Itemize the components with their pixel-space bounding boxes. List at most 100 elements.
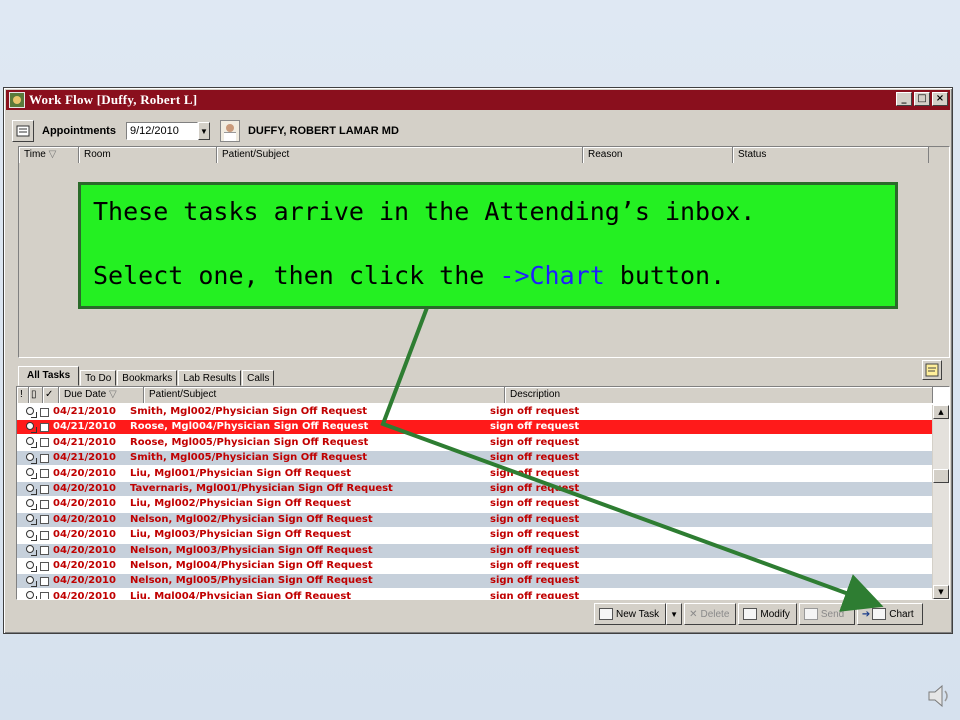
sticky-note-icon <box>925 363 939 377</box>
task-type-icon <box>25 560 38 572</box>
task-type-icon <box>25 498 38 510</box>
task-checkbox[interactable] <box>40 438 49 448</box>
modify-icon <box>743 608 758 620</box>
instruction-callout: These tasks arrive in the Attending’s in… <box>78 182 898 309</box>
minimize-button[interactable]: _ <box>896 92 912 106</box>
task-due-date: 04/20/2010 <box>53 513 116 525</box>
new-task-dropdown[interactable]: ▼ <box>666 603 683 625</box>
task-row[interactable]: 04/21/2010 Roose, Mgl004/Physician Sign O… <box>17 420 933 436</box>
date-dropdown-button[interactable]: ▼ <box>197 122 210 140</box>
task-description: sign off request <box>490 421 580 433</box>
window-title: Work Flow [Duffy, Robert L] <box>29 92 198 107</box>
chart-button[interactable]: ➔ Chart <box>856 603 923 625</box>
task-action-bar: New Task ▼ ✕ Delete Modify Send ➔ Chart <box>594 602 923 626</box>
col-task-subject[interactable]: Patient/Subject <box>144 387 505 403</box>
col-done[interactable]: ✓ <box>43 387 59 403</box>
appointments-toolbar: Appointments 9/12/2010 ▼ DUFFY, ROBERT L… <box>12 118 944 144</box>
task-row[interactable]: 04/21/2010 Roose, Mgl005/Physician Sign O… <box>17 436 933 451</box>
task-description: sign off request <box>490 452 580 464</box>
task-row[interactable]: 04/21/2010 Smith, Mgl005/Physician Sign O… <box>17 451 933 467</box>
task-type-icon <box>25 514 38 526</box>
task-description: sign off request <box>490 560 580 571</box>
task-type-icon <box>25 575 38 587</box>
task-subject: Roose, Mgl005/Physician Sign Off Request <box>130 436 369 448</box>
notepad-icon <box>16 125 30 137</box>
task-subject: Roose, Mgl004/Physician Sign Off Request <box>130 421 369 433</box>
sticky-note-button[interactable] <box>922 360 942 380</box>
tab-all-tasks[interactable]: All Tasks <box>18 366 80 386</box>
appointment-book-button[interactable] <box>12 120 34 142</box>
task-row[interactable]: 04/20/2010 Nelson, Mgl002/Physician Sign … <box>17 512 933 528</box>
work-flow-window: Work Flow [Duffy, Robert L] _ □ × Appoin… <box>3 87 953 634</box>
col-patient-subject[interactable]: Patient/Subject <box>217 147 583 163</box>
task-checkbox[interactable] <box>40 592 49 599</box>
task-checkbox[interactable] <box>40 561 49 571</box>
task-due-date: 04/20/2010 <box>53 529 116 541</box>
task-checkbox[interactable] <box>40 422 49 432</box>
task-row[interactable]: 04/20/2010 Nelson, Mgl003/Physician Sign … <box>17 543 933 559</box>
task-checkbox[interactable] <box>40 453 49 463</box>
task-row[interactable]: 04/20/2010 Liu, Mgl004/Physician Sign Off… <box>17 590 933 600</box>
task-row[interactable]: 04/20/2010 Liu, Mgl003/Physician Sign Off… <box>17 528 933 544</box>
col-type[interactable]: ▯ <box>29 387 43 403</box>
new-task-button[interactable]: New Task <box>594 603 667 625</box>
task-checkbox[interactable] <box>40 499 49 509</box>
task-description: sign off request <box>490 498 580 510</box>
task-type-icon <box>25 483 38 495</box>
task-due-date: 04/21/2010 <box>53 452 116 464</box>
task-due-date: 04/20/2010 <box>53 498 116 510</box>
col-due-date[interactable]: Due Date ▽ <box>59 387 144 403</box>
task-row[interactable]: 04/20/2010 Nelson, Mgl004/Physician Sign … <box>17 559 933 574</box>
send-button[interactable]: Send <box>798 603 855 625</box>
task-tabs: All Tasks To Do Bookmarks Lab Results Ca… <box>18 364 275 386</box>
col-status[interactable]: Status <box>733 147 929 163</box>
task-checkbox[interactable] <box>40 407 49 417</box>
task-subject: Nelson, Mgl003/Physician Sign Off Reques… <box>130 544 373 556</box>
task-row[interactable]: 04/20/2010 Liu, Mgl002/Physician Sign Off… <box>17 497 933 513</box>
task-checkbox[interactable] <box>40 576 49 586</box>
task-due-date: 04/21/2010 <box>53 436 116 448</box>
title-bar[interactable]: Work Flow [Duffy, Robert L] _ □ × <box>6 90 950 110</box>
scroll-up-button[interactable]: ▲ <box>933 405 949 419</box>
scroll-thumb[interactable] <box>933 469 949 483</box>
tab-lab-results[interactable]: Lab Results <box>178 370 242 386</box>
task-checkbox[interactable] <box>40 530 49 540</box>
speaker-icon[interactable] <box>926 682 954 710</box>
tab-bookmarks[interactable]: Bookmarks <box>117 370 178 386</box>
col-flag[interactable]: ! <box>17 387 29 403</box>
task-checkbox[interactable] <box>40 469 49 479</box>
task-type-icon <box>25 529 38 541</box>
task-checkbox[interactable] <box>40 484 49 494</box>
tab-calls[interactable]: Calls <box>242 370 275 386</box>
task-checkbox[interactable] <box>40 515 49 525</box>
scroll-down-button[interactable]: ▼ <box>933 585 949 599</box>
task-subject: Liu, Mgl004/Physician Sign Off Request <box>130 590 352 600</box>
task-type-icon <box>25 545 38 557</box>
task-list[interactable]: ! ▯ ✓ Due Date ▽ Patient/Subject Descrip… <box>16 386 950 600</box>
task-row[interactable]: 04/20/2010 Tavernaris, Mgl001/Physician S… <box>17 482 933 497</box>
task-due-date: 04/20/2010 <box>53 590 116 600</box>
physician-avatar-icon[interactable] <box>219 120 240 142</box>
task-row[interactable]: 04/21/2010 Smith, Mgl002/Physician Sign O… <box>17 405 933 420</box>
tab-to-do[interactable]: To Do <box>80 370 117 386</box>
col-time[interactable]: Time ▽ <box>19 147 79 163</box>
delete-button[interactable]: ✕ Delete <box>684 603 737 625</box>
col-room[interactable]: Room <box>79 147 217 163</box>
modify-button[interactable]: Modify <box>738 603 797 625</box>
task-list-scrollbar[interactable]: ▲ ▼ <box>932 405 949 599</box>
col-description[interactable]: Description <box>505 387 933 403</box>
task-subject: Nelson, Mgl004/Physician Sign Off Reques… <box>130 560 373 571</box>
appointment-date-field[interactable]: 9/12/2010 <box>125 122 198 140</box>
task-row[interactable]: 04/20/2010 Liu, Mgl001/Physician Sign Off… <box>17 467 933 482</box>
task-description: sign off request <box>490 513 580 525</box>
task-row[interactable]: 04/20/2010 Nelson, Mgl005/Physician Sign … <box>17 574 933 590</box>
task-checkbox[interactable] <box>40 546 49 556</box>
close-button[interactable]: × <box>932 92 948 106</box>
task-type-icon <box>25 421 38 433</box>
task-description: sign off request <box>490 575 580 587</box>
task-due-date: 04/21/2010 <box>53 406 116 417</box>
maximize-button[interactable]: □ <box>914 92 930 106</box>
task-description: sign off request <box>490 590 580 600</box>
col-reason[interactable]: Reason <box>583 147 733 163</box>
new-task-icon <box>599 608 613 620</box>
